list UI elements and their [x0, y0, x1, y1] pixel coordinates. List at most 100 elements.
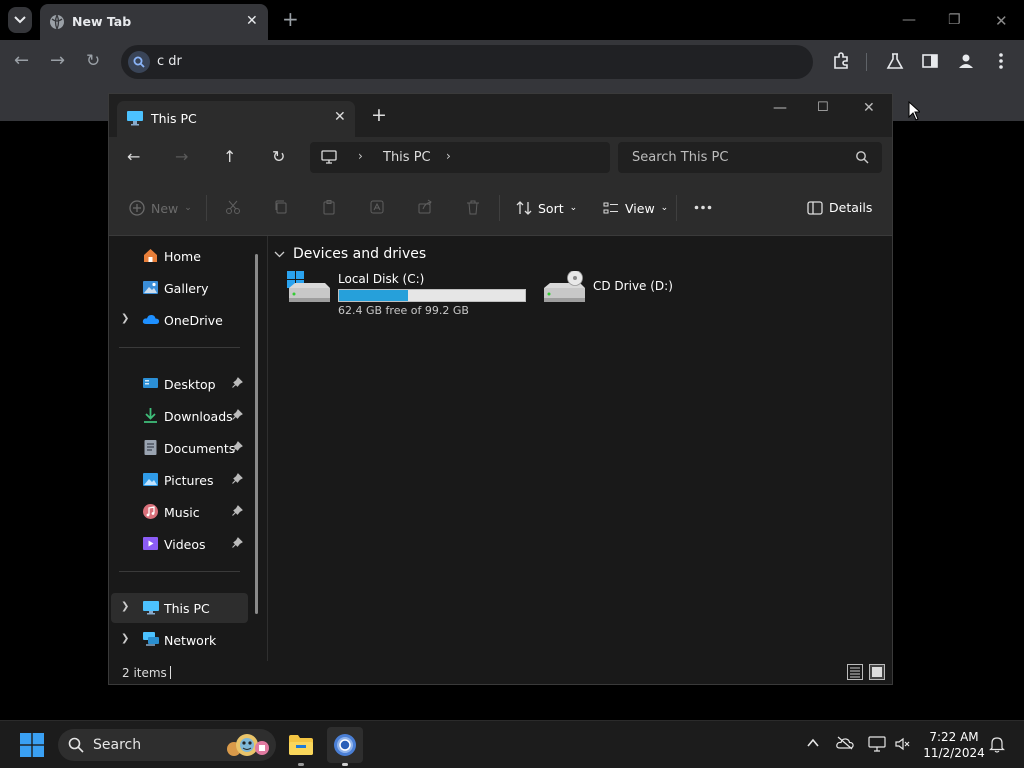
- sort-button[interactable]: Sort ⌄: [516, 200, 577, 216]
- clock[interactable]: 7:22 AM 11/2/2024: [918, 729, 990, 761]
- restore-icon[interactable]: ❐: [948, 12, 961, 28]
- divider: [206, 195, 207, 221]
- address-bar[interactable]: › This PC ›: [310, 142, 610, 173]
- paste-icon[interactable]: [321, 199, 337, 215]
- onedrive-cloud-icon: [142, 314, 160, 324]
- sidebar-item-music[interactable]: Music: [111, 497, 248, 527]
- sidebar-scrollbar[interactable]: [255, 254, 258, 614]
- search-box[interactable]: Search This PC: [618, 142, 882, 173]
- chevron-right-icon[interactable]: ❯: [121, 313, 129, 324]
- clock-date: 11/2/2024: [923, 746, 985, 760]
- chevron-down-icon[interactable]: [274, 251, 285, 258]
- running-indicator: [342, 763, 348, 766]
- share-icon[interactable]: [417, 199, 433, 215]
- taskbar-chrome[interactable]: [327, 727, 363, 766]
- rename-icon[interactable]: [369, 199, 385, 215]
- side-panel-icon[interactable]: [921, 52, 939, 70]
- notification-bell-icon[interactable]: [989, 736, 1005, 753]
- taskbar-search[interactable]: Search: [58, 729, 276, 761]
- labs-flask-icon[interactable]: [886, 52, 904, 70]
- sidebar-item-onedrive[interactable]: ❯ OneDrive: [111, 305, 248, 335]
- close-tab-icon[interactable]: ✕: [246, 13, 258, 29]
- cd-drive-icon: [544, 271, 585, 302]
- close-window-icon[interactable]: ✕: [863, 100, 875, 116]
- drive-usage-bar: [338, 289, 526, 302]
- sidebar-item-downloads[interactable]: Downloads: [111, 401, 248, 431]
- sidebar-item-pictures[interactable]: Pictures: [111, 465, 248, 495]
- sidebar-item-videos[interactable]: Videos: [111, 529, 248, 559]
- chevron-right-icon[interactable]: ❯: [121, 633, 129, 644]
- volume-muted-icon[interactable]: [894, 736, 910, 752]
- sidebar-item-gallery[interactable]: Gallery: [111, 273, 248, 303]
- running-indicator: [298, 763, 304, 766]
- more-options-icon[interactable]: [694, 205, 712, 210]
- details-pane-button[interactable]: Details: [807, 200, 872, 215]
- large-icons-view-button[interactable]: [869, 664, 885, 680]
- onedrive-offline-icon[interactable]: [836, 736, 854, 750]
- tab-search-button[interactable]: [8, 7, 32, 33]
- sidebar-item-this-pc[interactable]: ❯ This PC: [111, 593, 248, 623]
- chevron-right-icon[interactable]: ❯: [121, 601, 129, 612]
- minimize-icon[interactable]: —: [773, 100, 787, 116]
- sidebar-item-desktop[interactable]: Desktop: [111, 369, 248, 399]
- forward-icon[interactable]: →: [50, 52, 65, 70]
- taskbar-file-explorer[interactable]: [283, 727, 319, 766]
- pin-icon: [232, 409, 243, 420]
- kebab-menu-icon[interactable]: [998, 52, 1004, 70]
- search-placeholder[interactable]: Search This PC: [632, 150, 728, 165]
- folder-icon: [289, 735, 313, 755]
- sidebar-item-label: Music: [164, 505, 200, 520]
- windows-start-icon[interactable]: [20, 733, 44, 757]
- network-status-icon[interactable]: [868, 736, 886, 752]
- omnibox[interactable]: c dr: [121, 45, 813, 79]
- close-window-icon[interactable]: ✕: [995, 12, 1008, 30]
- new-tab-button[interactable]: +: [371, 106, 387, 125]
- sidebar-item-label: OneDrive: [164, 313, 223, 328]
- omnibox-text[interactable]: c dr: [157, 54, 182, 69]
- cut-icon[interactable]: [225, 199, 241, 215]
- videos-icon: [143, 537, 158, 550]
- view-button[interactable]: View ⌄: [603, 200, 668, 216]
- sidebar-item-network[interactable]: ❯ Network: [111, 625, 248, 655]
- taskbar: Search 7:22 AM 11/2/2024: [0, 720, 1024, 768]
- maximize-icon[interactable]: ☐: [817, 100, 829, 115]
- sort-icon: [516, 201, 532, 215]
- minimize-icon[interactable]: —: [902, 12, 916, 28]
- breadcrumb-this-pc[interactable]: This PC: [383, 150, 431, 165]
- new-tab-button[interactable]: +: [282, 9, 299, 29]
- close-tab-icon[interactable]: ✕: [334, 109, 346, 125]
- search-icon: [856, 151, 869, 164]
- chevron-right-icon[interactable]: ›: [358, 149, 363, 163]
- sidebar-item-home[interactable]: Home: [111, 241, 248, 271]
- search-highlight-illustration-icon: [227, 734, 269, 756]
- profile-icon[interactable]: [957, 52, 975, 70]
- document-icon: [144, 440, 157, 455]
- new-button[interactable]: New ⌄: [129, 200, 192, 216]
- pin-icon: [232, 505, 243, 516]
- explorer-tab-this-pc[interactable]: This PC ✕: [117, 101, 355, 137]
- chevron-right-icon[interactable]: ›: [446, 149, 451, 163]
- delete-icon[interactable]: [465, 199, 481, 215]
- divider: [676, 195, 677, 221]
- chevron-up-icon[interactable]: [806, 736, 820, 750]
- forward-icon[interactable]: →: [175, 147, 188, 166]
- drive-local-disk-c[interactable]: Local Disk (C:) 62.4 GB free of 99.2 GB: [286, 271, 531, 321]
- extensions-icon[interactable]: [832, 52, 850, 70]
- back-icon[interactable]: ←: [14, 52, 29, 70]
- details-view-button[interactable]: [847, 664, 863, 680]
- file-explorer-window: This PC ✕ + — ☐ ✕ ← → ↑ ↻ › This PC › Se…: [108, 93, 893, 685]
- group-header-devices-and-drives[interactable]: Devices and drives: [274, 246, 426, 262]
- status-bar: 2 items: [109, 661, 892, 684]
- reload-icon[interactable]: ↻: [86, 52, 100, 70]
- up-icon[interactable]: ↑: [223, 147, 236, 166]
- chrome-tab-new-tab[interactable]: New Tab ✕: [40, 4, 268, 40]
- view-icon: [603, 202, 618, 214]
- copy-icon[interactable]: [273, 199, 289, 215]
- back-icon[interactable]: ←: [127, 147, 140, 166]
- drive-cd-d[interactable]: CD Drive (D:): [541, 271, 691, 321]
- gallery-icon: [143, 281, 158, 294]
- sidebar-item-documents[interactable]: Documents: [111, 433, 248, 463]
- chevron-down-icon: [14, 16, 26, 24]
- refresh-icon[interactable]: ↻: [272, 147, 285, 166]
- chrome-tab-title: New Tab: [72, 14, 132, 29]
